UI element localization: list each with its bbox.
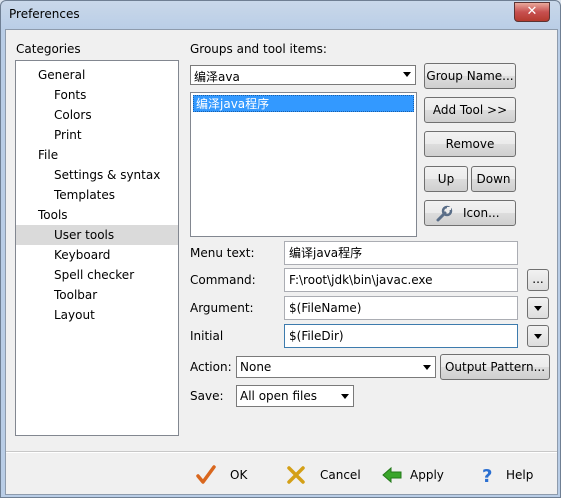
menu-text-field[interactable]: 编译java程序 bbox=[284, 241, 518, 265]
tree-item[interactable]: Spell checker bbox=[54, 265, 134, 285]
save-select-value: All open files bbox=[240, 389, 317, 403]
tree-item[interactable]: User tools bbox=[16, 225, 178, 245]
command-field[interactable]: F:\root\jdk\bin\javac.exe bbox=[284, 268, 518, 292]
chevron-down-icon bbox=[403, 72, 411, 77]
green-arrow-left-icon bbox=[382, 466, 402, 484]
browse-command-button[interactable]: ... bbox=[527, 269, 549, 291]
output-pattern-button[interactable]: Output Pattern... bbox=[440, 354, 550, 380]
tree-item[interactable]: Print bbox=[54, 125, 82, 145]
add-tool-button[interactable]: Add Tool >> bbox=[424, 97, 516, 123]
title-bar: Preferences ✕ bbox=[1, 1, 560, 29]
tree-item[interactable]: Templates bbox=[54, 185, 115, 205]
apply-label: Apply bbox=[410, 468, 444, 482]
chevron-down-icon bbox=[341, 394, 349, 399]
tool-item[interactable]: 编泽java程序 bbox=[193, 95, 414, 112]
tree-item[interactable]: Colors bbox=[54, 105, 92, 125]
command-label: Command: bbox=[190, 273, 256, 287]
icon-button[interactable]: Icon... bbox=[424, 200, 516, 226]
group-select-value: 编泽ava bbox=[194, 70, 240, 84]
cancel-button[interactable]: Cancel bbox=[284, 462, 364, 488]
help-button[interactable]: ? Help bbox=[476, 462, 542, 488]
menu-text-label: Menu text: bbox=[190, 246, 255, 260]
action-label: Action: bbox=[190, 360, 232, 374]
tree-item[interactable]: File bbox=[38, 145, 58, 165]
initial-field[interactable]: $(FileDir) bbox=[284, 324, 518, 348]
argument-field[interactable]: $(FileName) bbox=[284, 296, 518, 320]
save-label: Save: bbox=[190, 389, 224, 403]
argument-menu-button[interactable] bbox=[527, 297, 549, 319]
close-icon: ✕ bbox=[526, 4, 538, 19]
ok-label: OK bbox=[230, 468, 248, 482]
categories-label: Categories bbox=[16, 42, 81, 56]
tree-item[interactable]: Keyboard bbox=[54, 245, 110, 265]
wrench-icon bbox=[436, 205, 453, 222]
ok-button[interactable]: OK bbox=[194, 462, 264, 488]
preferences-window: Preferences ✕ Categories General Fonts Col… bbox=[0, 0, 561, 498]
footer-divider bbox=[6, 451, 557, 453]
tree-item[interactable]: Fonts bbox=[54, 85, 86, 105]
action-select-value: None bbox=[240, 360, 272, 374]
tree-item[interactable]: Layout bbox=[54, 305, 95, 325]
argument-label: Argument: bbox=[190, 301, 254, 315]
groups-label: Groups and tool items: bbox=[190, 42, 327, 56]
down-button[interactable]: Down bbox=[471, 166, 516, 192]
svg-text:?: ? bbox=[482, 466, 492, 487]
group-select[interactable]: 编泽ava bbox=[190, 65, 416, 85]
categories-tree[interactable]: General Fonts Colors Print File Settings & sy… bbox=[15, 60, 179, 436]
tree-item[interactable]: Toolbar bbox=[54, 285, 97, 305]
remove-button[interactable]: Remove bbox=[424, 131, 516, 157]
action-select[interactable]: None bbox=[236, 356, 436, 378]
up-button[interactable]: Up bbox=[424, 166, 468, 192]
chevron-down-icon bbox=[423, 365, 431, 370]
save-select[interactable]: All open files bbox=[236, 385, 354, 407]
chevron-down-icon bbox=[534, 334, 542, 339]
close-button[interactable]: ✕ bbox=[514, 2, 550, 22]
tree-item[interactable]: General bbox=[38, 65, 85, 85]
chevron-down-icon bbox=[534, 306, 542, 311]
apply-button[interactable]: Apply bbox=[380, 462, 456, 488]
icon-button-label: Icon... bbox=[463, 206, 500, 220]
dialog-client: Categories General Fonts Colors Print File Se… bbox=[5, 29, 558, 495]
help-label: Help bbox=[506, 468, 534, 482]
check-icon bbox=[196, 465, 216, 484]
tool-items-list[interactable]: 编泽java程序 bbox=[190, 92, 417, 237]
tree-item[interactable]: Tools bbox=[38, 205, 68, 225]
initial-menu-button[interactable] bbox=[527, 325, 549, 347]
x-icon bbox=[287, 466, 305, 484]
initial-label: Initial bbox=[190, 329, 224, 343]
window-title: Preferences bbox=[9, 7, 80, 21]
question-mark-icon: ? bbox=[482, 466, 492, 487]
group-name-button[interactable]: Group Name... bbox=[424, 63, 516, 89]
tree-item[interactable]: Settings & syntax bbox=[54, 165, 160, 185]
cancel-label: Cancel bbox=[320, 468, 361, 482]
